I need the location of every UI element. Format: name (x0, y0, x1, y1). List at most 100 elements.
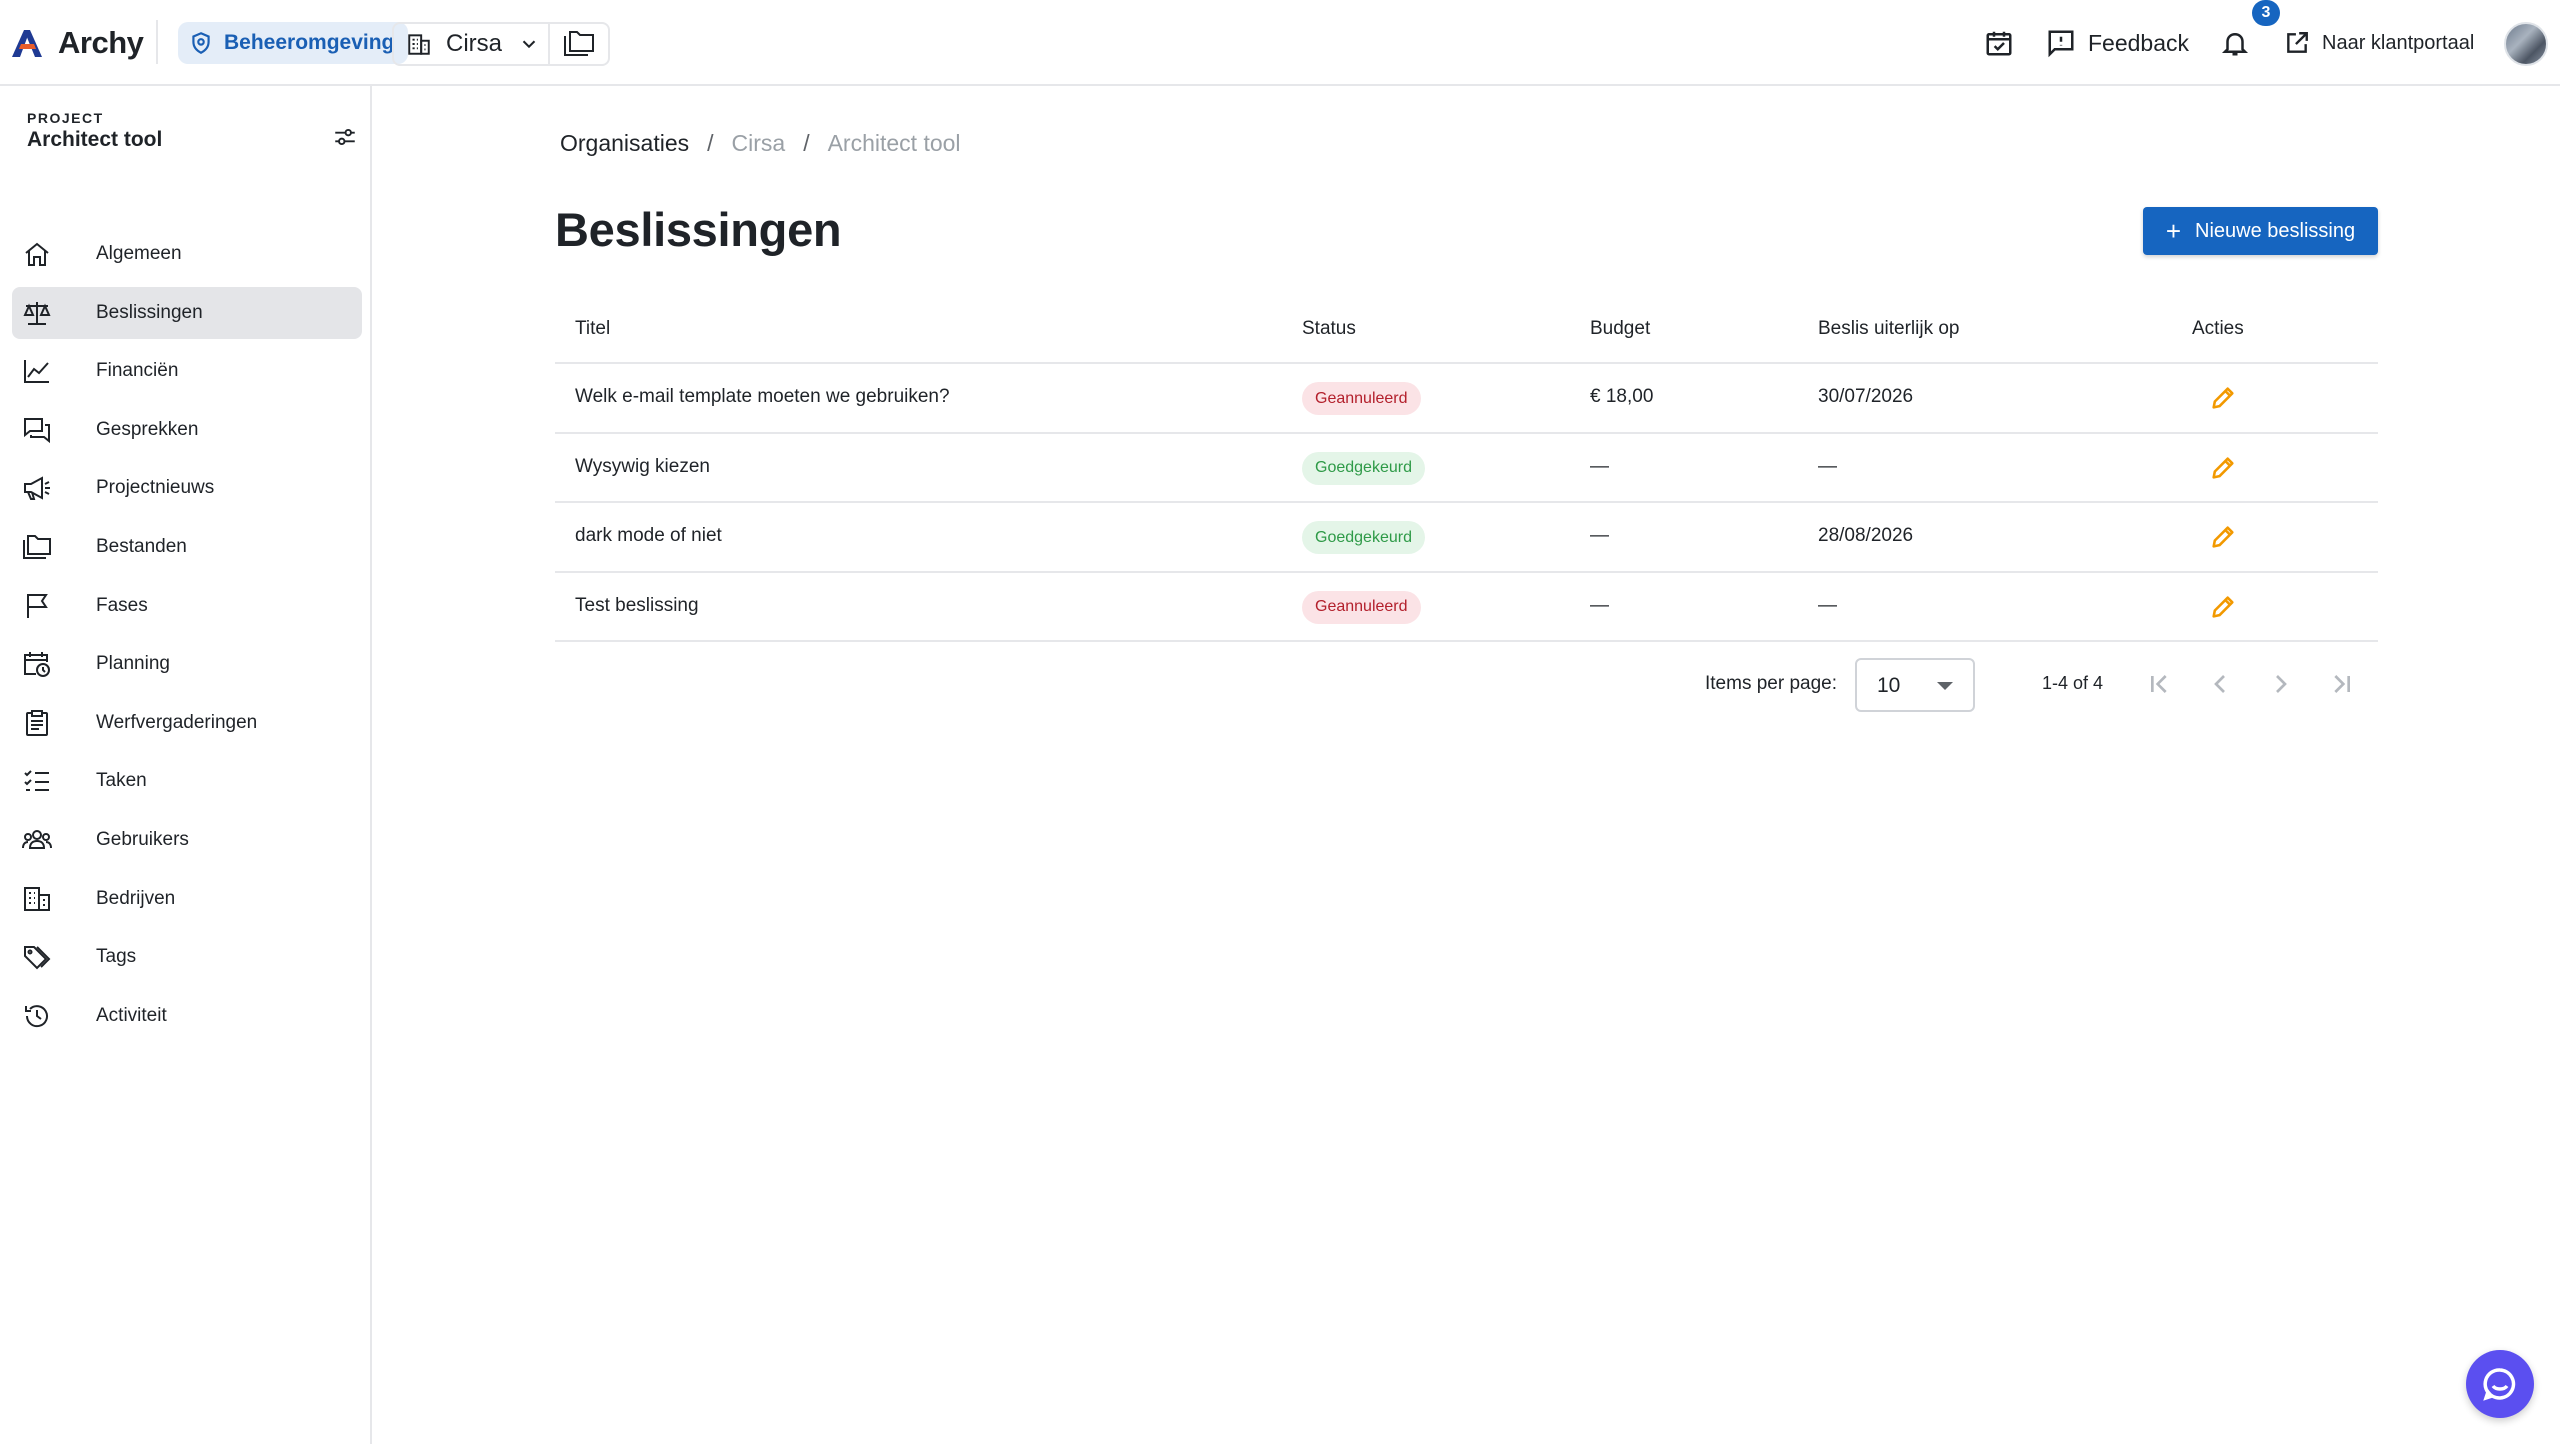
caret-down-icon (1937, 682, 1953, 690)
sidebar-item-gebruikers[interactable]: Gebruikers (12, 814, 362, 866)
items-per-page-select[interactable]: 10 (1855, 658, 1975, 712)
decision-title: dark mode of niet (575, 525, 722, 546)
project-switch-button[interactable] (550, 22, 610, 66)
column-header-budget[interactable]: Budget (1590, 318, 1650, 340)
sidebar-item-projectnieuws[interactable]: Projectnieuws (12, 462, 362, 514)
sliders-icon[interactable] (332, 124, 358, 150)
sidebar-item-label: Taken (96, 770, 147, 792)
scale-icon (23, 301, 51, 325)
decision-budget: — (1590, 525, 1609, 546)
notifications-button[interactable] (2220, 22, 2250, 64)
sidebar-item-financien[interactable]: Financiën (12, 345, 362, 397)
new-decision-label: Nieuwe beslissing (2195, 219, 2356, 242)
top-bar: Archy Beheeromgeving Cirsa Feedback 3 Na… (0, 0, 2560, 86)
breadcrumb-separator: / (707, 130, 714, 156)
status-badge: Geannuleerd (1302, 382, 1421, 415)
chat-bubble-icon (2483, 1368, 2516, 1401)
table-row[interactable]: Welk e-mail template moeten we gebruiken… (555, 364, 2378, 434)
last-page-icon[interactable] (2326, 668, 2358, 700)
sidebar-item-label: Bestanden (96, 535, 187, 557)
chevron-down-icon (522, 40, 536, 49)
table-header: Titel Status Budget Beslis uiterlijk op … (555, 298, 2378, 364)
pagination: Items per page: 10 1-4 of 4 (555, 656, 2378, 712)
feedback-button[interactable]: Feedback (2046, 22, 2189, 64)
feedback-icon (2048, 30, 2074, 58)
divider (156, 20, 158, 64)
decision-budget: € 18,00 (1590, 386, 1654, 407)
sidebar-item-label: Activiteit (96, 1004, 167, 1026)
pencil-icon[interactable] (2209, 593, 2237, 621)
column-header-deadline[interactable]: Beslis uiterlijk op (1818, 318, 1960, 340)
table-row[interactable]: Test beslissing Geannuleerd — — (555, 573, 2378, 642)
decision-budget: — (1590, 455, 1609, 477)
sidebar-item-label: Werfvergaderingen (96, 711, 258, 733)
archy-logo-icon (12, 30, 42, 57)
pencil-icon[interactable] (2209, 523, 2237, 551)
sidebar-item-label: Bedrijven (96, 887, 176, 909)
breadcrumb-organization[interactable]: Cirsa (732, 130, 786, 157)
sidebar-item-label: Planning (96, 653, 170, 675)
column-header-status[interactable]: Status (1302, 318, 1356, 340)
app-logo[interactable]: Archy (10, 22, 144, 64)
feedback-label: Feedback (2088, 29, 2190, 56)
previous-page-icon[interactable] (2204, 668, 2236, 700)
sidebar-item-planning[interactable]: Planning (12, 638, 362, 690)
decision-deadline: 30/07/2026 (1818, 386, 1914, 407)
calendar-button[interactable] (1984, 22, 2014, 64)
megaphone-icon (24, 476, 50, 501)
column-header-actions: Acties (2192, 318, 2244, 339)
sidebar-item-gesprekken[interactable]: Gesprekken (12, 404, 362, 456)
items-per-page-value: 10 (1877, 674, 1901, 697)
table-row[interactable]: dark mode of niet Goedgekeurd — 28/08/20… (555, 503, 2378, 573)
sidebar-item-beslissingen[interactable]: Beslissingen (12, 286, 362, 339)
items-per-page-label: Items per page: (1705, 673, 1838, 694)
sidebar-item-taken[interactable]: Taken (12, 755, 362, 807)
project-overline: PROJECT (27, 110, 104, 126)
decision-title: Welk e-mail template moeten we gebruiken… (575, 386, 950, 407)
chat-icon (24, 417, 50, 443)
sidebar-item-tags[interactable]: Tags (12, 931, 362, 983)
tags-icon (24, 946, 51, 970)
column-header-title[interactable]: Titel (575, 318, 610, 340)
page-title: Beslissingen (555, 203, 842, 256)
clipboard-icon (26, 709, 48, 736)
users-icon (22, 829, 52, 849)
status-badge: Geannuleerd (1302, 590, 1421, 624)
pencil-icon[interactable] (2209, 384, 2237, 412)
sidebar-item-label: Beslissingen (96, 301, 203, 323)
calendar-check-icon (1986, 31, 2012, 56)
calendar-clock-icon (24, 652, 50, 678)
sidebar-item-bedrijven[interactable]: Bedrijven (12, 873, 362, 925)
breadcrumb-project: Architect tool (827, 130, 961, 156)
decision-deadline: — (1818, 594, 1837, 616)
organization-select[interactable]: Cirsa (392, 22, 550, 66)
table-row[interactable]: Wysywig kiezen Goedgekeurd — — (555, 434, 2378, 503)
chat-support-button[interactable] (2466, 1350, 2534, 1418)
sidebar-item-werfvergaderingen[interactable]: Werfvergaderingen (12, 697, 362, 749)
decision-budget: — (1590, 594, 1609, 616)
environment-chip[interactable]: Beheeromgeving (178, 22, 409, 64)
sidebar-nav: Algemeen Beslissingen Financiën Gesprekk… (12, 228, 362, 1048)
sidebar-item-bestanden[interactable]: Bestanden (12, 521, 362, 573)
breadcrumb-organisaties[interactable]: Organisaties (560, 130, 689, 157)
status-badge: Goedgekeurd (1302, 451, 1425, 485)
sidebar-item-activiteit[interactable]: Activiteit (12, 990, 362, 1042)
project-title: Architect tool (27, 128, 163, 151)
client-portal-link[interactable]: Naar klantportaal (2284, 22, 2474, 64)
bell-icon (2221, 32, 2249, 56)
plus-icon: + (2165, 216, 2182, 246)
sidebar: PROJECT Architect tool Algemeen Beslissi… (0, 86, 372, 1444)
breadcrumb-separator: / (803, 130, 810, 156)
sidebar-item-label: Gebruikers (96, 828, 189, 850)
first-page-icon[interactable] (2143, 668, 2175, 700)
user-avatar[interactable] (2504, 22, 2548, 66)
home-icon (25, 242, 49, 266)
new-decision-button[interactable]: + Nieuwe beslissing (2143, 207, 2378, 255)
next-page-icon[interactable] (2265, 668, 2297, 700)
sidebar-item-label: Tags (96, 946, 137, 968)
flag-icon (27, 593, 48, 618)
pencil-icon[interactable] (2209, 454, 2237, 482)
sidebar-item-fases[interactable]: Fases (12, 580, 362, 632)
decision-title: Test beslissing (575, 594, 699, 616)
sidebar-item-algemeen[interactable]: Algemeen (12, 228, 362, 280)
